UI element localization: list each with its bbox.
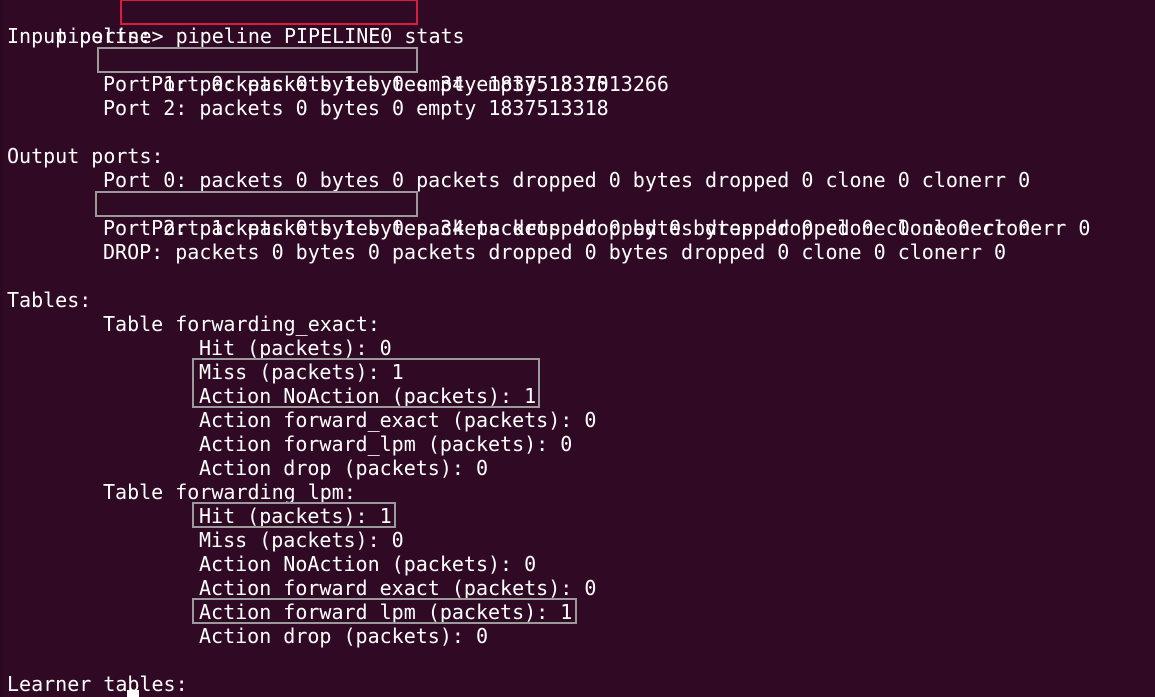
lpm-hit-line: Hit (packets): 1 xyxy=(199,504,392,528)
window-edge xyxy=(0,0,3,697)
fe-miss-line: Miss (packets): 1 xyxy=(199,360,404,384)
output-ports-header: Output ports: xyxy=(7,144,164,168)
tables-header: Tables: xyxy=(7,288,92,312)
fe-action-noaction-line: Action NoAction (packets): 1 xyxy=(199,384,537,408)
input-ports-header: Input ports: xyxy=(7,24,152,48)
input-port-0-line: Port 0: packets 1 bytes 34 empty 1837513… xyxy=(103,48,669,96)
command-text: pipeline PIPELINE0 stats xyxy=(175,24,465,48)
lpm-action-noaction-line: Action NoAction (packets): 0 xyxy=(199,552,537,576)
fe-hit-line: Hit (packets): 0 xyxy=(199,336,392,360)
fe-action-forward-lpm-line: Action forward_lpm (packets): 0 xyxy=(199,432,573,456)
input-port-1-line: Port 1: packets 0 bytes 0 empty 18375133… xyxy=(103,72,609,96)
table-forwarding-lpm-title: Table forwarding_lpm: xyxy=(103,480,356,504)
input-port-2-line: Port 2: packets 0 bytes 0 empty 18375133… xyxy=(103,96,609,120)
table-forwarding-exact-title: Table forwarding_exact: xyxy=(103,312,380,336)
output-port-0-line: Port 0: packets 0 bytes 0 packets droppe… xyxy=(103,168,1031,192)
output-drop-line: DROP: packets 0 bytes 0 packets dropped … xyxy=(103,240,1007,264)
text-cursor xyxy=(127,690,139,697)
terminal-window[interactable]: pipeline> pipeline PIPELINE0 stats Input… xyxy=(0,0,1155,697)
learner-tables-header: Learner tables: xyxy=(7,672,188,696)
fe-action-drop-line: Action drop (packets): 0 xyxy=(199,456,488,480)
lpm-action-drop-line: Action drop (packets): 0 xyxy=(199,624,488,648)
fe-action-forward-exact-line: Action forward_exact (packets): 0 xyxy=(199,408,597,432)
output-port-1-line: Port 1: packets 1 bytes 34 packets dropp… xyxy=(103,192,1090,240)
lpm-action-forward-exact-line: Action forward_exact (packets): 0 xyxy=(199,576,597,600)
prompt-line: pipeline> pipeline PIPELINE0 stats xyxy=(7,0,464,48)
lpm-miss-line: Miss (packets): 0 xyxy=(199,528,404,552)
lpm-action-forward-lpm-line: Action forward_lpm (packets): 1 xyxy=(199,600,573,624)
output-port-2-line: Port 2: packets 0 bytes 0 packets droppe… xyxy=(103,216,1031,240)
